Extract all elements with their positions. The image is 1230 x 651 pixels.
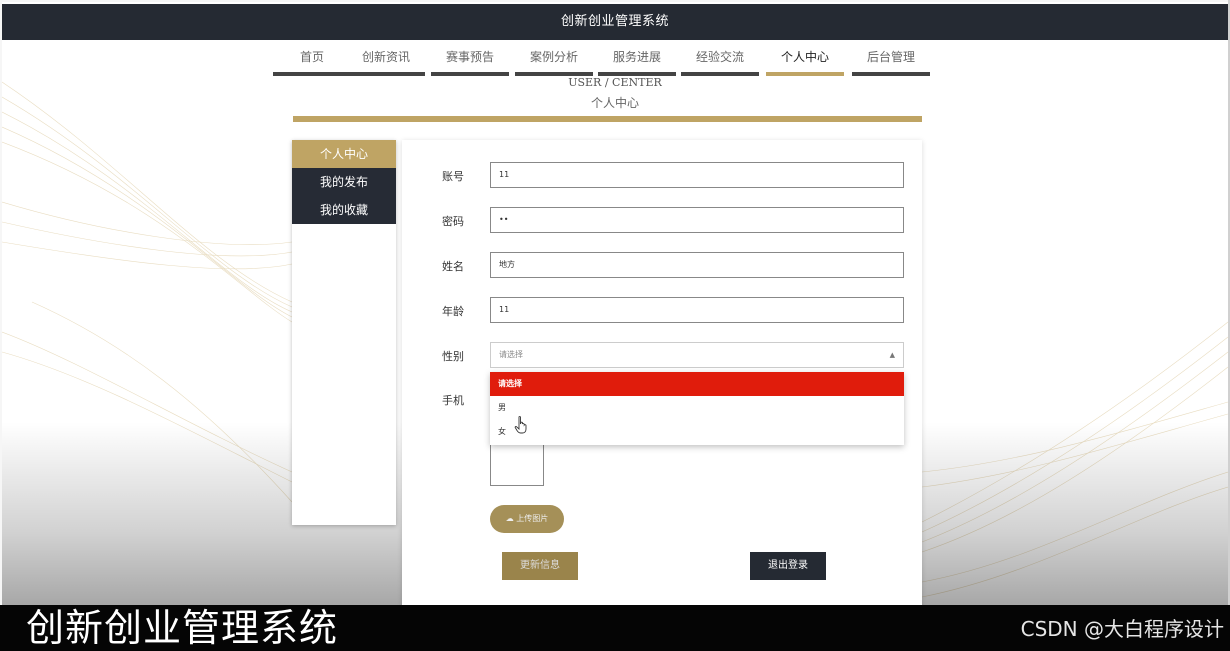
caption-title: 创新创业管理系统 (26, 606, 339, 650)
upload-image-button[interactable]: ☁ 上传图片 (490, 505, 564, 533)
user-sidebar: 个人中心 我的发布 我的收藏 (292, 140, 396, 525)
nav-label: 经验交流 (695, 50, 744, 64)
logout-button[interactable]: 退出登录 (750, 552, 826, 580)
nav-label: 案例分析 (529, 50, 578, 64)
update-info-button[interactable]: 更新信息 (502, 552, 578, 580)
gender-select-placeholder: 请选择 (499, 350, 523, 359)
watermark: CSDN @大白程序设计 (1020, 617, 1224, 641)
gender-select[interactable]: 请选择 ▲ (490, 342, 904, 368)
gender-label: 性别 (442, 350, 464, 363)
caption-overlay: 创新创业管理系统 CSDN @大白程序设计 (0, 605, 1230, 651)
nav-label: 首页 (299, 50, 324, 64)
hand-pointer-icon (514, 416, 527, 434)
nav-label: 赛事预告 (445, 50, 494, 64)
section-divider (293, 116, 922, 122)
sidebar-item-my-favorites[interactable]: 我的收藏 (292, 196, 396, 224)
site-title: 创新创业管理系统 (560, 14, 669, 29)
cloud-upload-icon: ☁ (505, 514, 514, 523)
sidebar-item-label: 我的收藏 (319, 203, 368, 217)
phone-label: 手机 (442, 394, 464, 407)
sidebar-item-my-posts[interactable]: 我的发布 (292, 168, 396, 196)
browser-viewport: 创新创业管理系统 首页 创新资讯 赛事预告 案例分析 服务进展 经验交流 个人中… (2, 2, 1228, 649)
gender-option-placeholder[interactable]: 请选择 (490, 372, 904, 396)
section-title-cn: 个人中心 (590, 96, 639, 110)
upload-button-label: 上传图片 (516, 514, 549, 523)
password-label: 密码 (442, 215, 464, 228)
nav-label: 创新资讯 (361, 50, 410, 64)
nav-item-home[interactable]: 首页 (273, 46, 351, 76)
account-label: 账号 (442, 170, 464, 183)
nav-item-cases[interactable]: 案例分析 (515, 46, 593, 76)
nav-item-service[interactable]: 服务进展 (598, 46, 676, 76)
age-input[interactable]: 11 (490, 297, 904, 323)
main-nav: 首页 创新资讯 赛事预告 案例分析 服务进展 经验交流 个人中心 后台管理 (2, 46, 1228, 76)
account-input[interactable]: 11 (490, 162, 904, 188)
section-title-en: USER / CENTER (568, 76, 662, 89)
nav-item-user-center[interactable]: 个人中心 (766, 46, 844, 76)
nav-item-events[interactable]: 赛事预告 (431, 46, 509, 76)
password-input[interactable]: •• (490, 207, 904, 233)
site-header: 创新创业管理系统 (2, 4, 1228, 40)
name-input[interactable]: 地方 (490, 252, 904, 278)
gender-option-female[interactable]: 女 (490, 420, 904, 444)
caret-up-icon: ▲ (889, 351, 895, 359)
name-label: 姓名 (442, 260, 464, 273)
sidebar-item-label: 个人中心 (319, 147, 368, 161)
sidebar-item-user-center[interactable]: 个人中心 (292, 140, 396, 168)
gender-option-male[interactable]: 男 (490, 396, 904, 420)
nav-item-admin[interactable]: 后台管理 (852, 46, 930, 76)
gender-dropdown: 请选择 男 女 (490, 372, 904, 445)
age-label: 年龄 (442, 305, 464, 318)
avatar-preview (490, 440, 544, 486)
sidebar-item-label: 我的发布 (319, 175, 368, 189)
nav-label: 个人中心 (780, 50, 829, 64)
section-title: USER / CENTER 个人中心 (2, 77, 1228, 111)
nav-item-news[interactable]: 创新资讯 (347, 46, 425, 76)
nav-label: 后台管理 (866, 50, 915, 64)
profile-form-card: 账号 11 密码 •• 姓名 地方 年龄 11 性别 请选择 ▲ 手机 请选择 … (402, 140, 922, 607)
nav-label: 服务进展 (612, 50, 661, 64)
nav-item-experience[interactable]: 经验交流 (681, 46, 759, 76)
